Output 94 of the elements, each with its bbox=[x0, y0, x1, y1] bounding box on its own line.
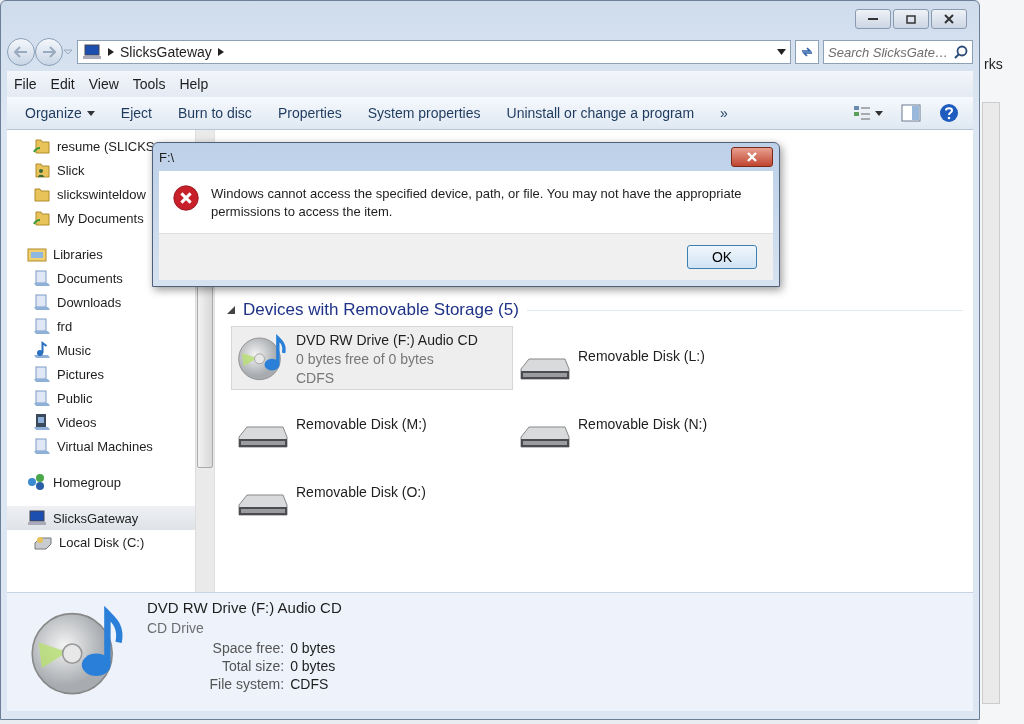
address-bar[interactable]: SlicksGateway bbox=[77, 40, 791, 64]
help-icon[interactable] bbox=[939, 103, 959, 123]
minimize-icon bbox=[868, 17, 878, 21]
ok-button[interactable]: OK bbox=[687, 245, 757, 269]
nav-item[interactable]: Local Disk (C:) bbox=[7, 530, 195, 554]
nav-item[interactable]: Homegroup bbox=[7, 470, 195, 494]
menu-item[interactable]: File bbox=[7, 76, 44, 92]
toolbar-button[interactable]: Properties bbox=[267, 101, 352, 125]
caret-icon bbox=[875, 110, 883, 116]
error-message: Windows cannot access the specified device, path, or file. You may not have the appropriate permissions to access the item. bbox=[211, 185, 743, 221]
window-text: rks bbox=[984, 56, 1004, 72]
refresh-icon bbox=[800, 46, 814, 58]
close-icon bbox=[747, 152, 757, 162]
computer-icon bbox=[82, 43, 102, 61]
drive-tile[interactable]: Removable Disk (M:) bbox=[231, 394, 513, 458]
property-label: File system: bbox=[208, 676, 285, 692]
library-icon bbox=[33, 317, 51, 335]
nav-item[interactable]: SlicksGateway bbox=[7, 506, 195, 530]
drive-tile[interactable]: DVD RW Drive (F:) Audio CD 0 bytes free of 0 bytes CDFS bbox=[231, 326, 513, 390]
forward-arrow-icon bbox=[42, 46, 56, 58]
drive-tile[interactable]: Removable Disk (L:) bbox=[513, 326, 795, 390]
toolbar-button[interactable]: Uninstall or change a program bbox=[496, 101, 705, 125]
toolbar-button[interactable]: Eject bbox=[110, 101, 162, 125]
nav-item[interactable]: Virtual Machines bbox=[7, 434, 195, 458]
breadcrumb[interactable]: SlicksGateway bbox=[120, 44, 212, 60]
library-icon bbox=[33, 389, 51, 407]
toolbar-button[interactable]: Burn to disc bbox=[167, 101, 262, 125]
view-list-icon bbox=[853, 105, 871, 121]
close-button[interactable] bbox=[931, 9, 967, 29]
nav-item[interactable]: slickswinteldow bbox=[7, 182, 195, 206]
restore-icon bbox=[906, 14, 916, 24]
toolbar-button[interactable]: System properties bbox=[357, 101, 491, 125]
drive-info: 0 bytes free of 0 bytes bbox=[296, 350, 435, 369]
homegroup-icon bbox=[27, 473, 47, 491]
back-arrow-icon bbox=[14, 46, 28, 58]
details-title: DVD RW Drive (F:) Audio CD bbox=[147, 599, 342, 616]
group-heading: Devices with Removable Storage (5) bbox=[243, 300, 519, 320]
folder-icon bbox=[33, 185, 51, 203]
library-icon bbox=[33, 293, 51, 311]
caret-icon bbox=[86, 110, 95, 116]
property-value: CDFS bbox=[290, 676, 330, 692]
scrollbar[interactable] bbox=[982, 102, 1000, 704]
nav-item[interactable]: Downloads bbox=[7, 290, 195, 314]
cd-drive-icon bbox=[237, 333, 287, 383]
collapse-triangle-icon[interactable] bbox=[227, 306, 235, 314]
library-icon bbox=[33, 269, 51, 287]
drive-info: CDFS bbox=[296, 369, 336, 388]
view-options-button[interactable] bbox=[853, 105, 883, 121]
dialog-title: F:\ bbox=[159, 149, 175, 165]
library-icon bbox=[33, 365, 51, 383]
menu-item[interactable]: Help bbox=[172, 76, 216, 92]
nav-item[interactable]: Music bbox=[7, 338, 195, 362]
minimize-button[interactable] bbox=[855, 9, 891, 29]
nav-item[interactable]: Public bbox=[7, 386, 195, 410]
drive-tile[interactable]: Removable Disk (N:) bbox=[513, 394, 795, 458]
drive-name: Removable Disk (O:) bbox=[296, 483, 426, 502]
nav-item[interactable]: My Documents bbox=[7, 206, 195, 230]
drive-name: DVD RW Drive (F:) Audio CD bbox=[296, 331, 478, 350]
drive-tile[interactable]: Removable Disk (O:) bbox=[231, 462, 513, 526]
shared-folder-icon bbox=[33, 209, 51, 227]
drive-name: Removable Disk (M:) bbox=[296, 415, 427, 434]
drive-name: Removable Disk (N:) bbox=[578, 415, 708, 434]
breadcrumb-arrow-icon[interactable] bbox=[217, 48, 224, 56]
shared-folder-icon bbox=[33, 137, 51, 155]
property-label: Space free: bbox=[211, 640, 285, 656]
organize-menu-button[interactable]: Organize bbox=[15, 101, 105, 125]
drive-name: Removable Disk (L:) bbox=[578, 347, 705, 366]
video-icon bbox=[33, 413, 51, 431]
dropdown-caret-icon[interactable] bbox=[777, 49, 786, 55]
property-value: 0 bytes bbox=[290, 640, 337, 656]
nav-item[interactable]: Videos bbox=[7, 410, 195, 434]
nav-item[interactable]: Pictures bbox=[7, 362, 195, 386]
menu-item[interactable]: Tools bbox=[125, 76, 173, 92]
libraries-icon bbox=[27, 245, 47, 263]
user-folder-icon bbox=[33, 161, 51, 179]
search-icon bbox=[954, 45, 968, 59]
breadcrumb-arrow-icon[interactable] bbox=[108, 48, 114, 56]
nav-item[interactable]: Documents bbox=[7, 266, 195, 290]
search-field[interactable]: Search SlicksGate… bbox=[823, 40, 973, 64]
drive-type: CD Drive bbox=[147, 620, 205, 636]
property-value: 0 bytes bbox=[290, 658, 337, 674]
nav-item[interactable]: frd bbox=[7, 314, 195, 338]
menu-item[interactable]: View bbox=[81, 76, 126, 92]
menu-item[interactable]: Edit bbox=[43, 76, 82, 92]
nav-item[interactable]: Libraries bbox=[7, 242, 195, 266]
music-icon bbox=[33, 341, 51, 359]
close-icon bbox=[944, 14, 954, 24]
more-button[interactable]: » bbox=[710, 101, 738, 125]
property-label: Total size: bbox=[220, 658, 285, 674]
library-icon bbox=[33, 437, 51, 455]
refresh-button[interactable] bbox=[795, 40, 819, 64]
close-button[interactable] bbox=[731, 147, 773, 167]
maximize-button[interactable] bbox=[893, 9, 929, 29]
computer-icon bbox=[27, 509, 47, 527]
